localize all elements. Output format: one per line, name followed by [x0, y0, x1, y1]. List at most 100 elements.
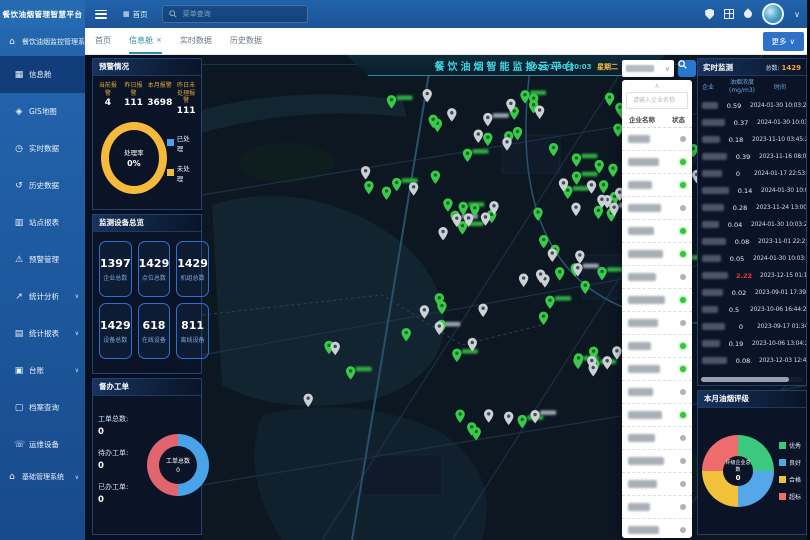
- list-item[interactable]: [622, 243, 692, 266]
- sidebar-item[interactable]: ▤统计报表∨: [0, 315, 85, 352]
- table-row[interactable]: 0.372024-01-30 10:03:20: [698, 114, 806, 131]
- sidebar-item-label: GIS地图: [29, 106, 57, 117]
- collapse-icon[interactable]: ∧: [622, 80, 692, 91]
- list-item[interactable]: [622, 519, 692, 538]
- concentration-value: 0.14: [729, 187, 761, 195]
- more-button[interactable]: 更多 ∨: [763, 32, 805, 51]
- stat-value: 1429: [100, 319, 131, 332]
- tab-item[interactable]: 首页: [95, 28, 111, 54]
- sidebar-section[interactable]: ⌂餐饮油烟监控管理系统∧: [0, 28, 85, 56]
- company-name-input[interactable]: [631, 96, 683, 105]
- company-select[interactable]: ∨: [622, 60, 674, 77]
- list-item[interactable]: [622, 151, 692, 174]
- timestamp: 2024-01-30 10:03:20: [757, 119, 806, 126]
- concentration-value: 0.08: [727, 357, 759, 365]
- grid-icon: ▦: [123, 10, 130, 18]
- search-icon: [678, 60, 687, 69]
- device-stat-box[interactable]: 1429设备总数: [99, 303, 132, 359]
- table-row[interactable]: 0.082023-12-03 12:47:00: [698, 352, 806, 369]
- status-dot: [680, 320, 686, 326]
- device-stat-box[interactable]: 618在线设备: [138, 303, 171, 359]
- chevron-down-icon: ∨: [75, 474, 79, 481]
- company-redacted: [628, 411, 662, 419]
- list-item[interactable]: [622, 289, 692, 312]
- device-stat-box[interactable]: 1429点位总数: [138, 241, 171, 297]
- device-stat-box[interactable]: 1397企业总数: [99, 241, 132, 297]
- table-row[interactable]: 0.052024-01-30 10:03:20: [698, 250, 806, 267]
- sidebar-item[interactable]: ▣台账∨: [0, 352, 85, 389]
- legend-label: 超标: [789, 492, 801, 501]
- apps-icon[interactable]: [724, 9, 734, 19]
- list-item[interactable]: [622, 266, 692, 289]
- legend-item: 超标: [779, 492, 801, 501]
- tab-item[interactable]: 信息舱×: [129, 28, 162, 54]
- table-row[interactable]: 0.52023-10-06 16:44:20: [698, 301, 806, 318]
- table-row[interactable]: 02024-01-17 22:53:20: [698, 165, 806, 182]
- map-search-button[interactable]: [678, 60, 696, 77]
- flame-icon[interactable]: [742, 8, 753, 19]
- sidebar-item[interactable]: ▥站点报表: [0, 204, 85, 241]
- realtime-table: 0.592024-01-30 10:03:200.372024-01-30 10…: [698, 97, 806, 375]
- close-icon[interactable]: ×: [156, 36, 162, 44]
- scrollbar-thumb[interactable]: [701, 377, 789, 382]
- table-row[interactable]: 2.222023-12-15 01:11:00: [698, 267, 806, 284]
- table-row[interactable]: 0.142024-01-30 10:03:20: [698, 182, 806, 199]
- tab-item[interactable]: 实时数据: [180, 28, 212, 54]
- list-item[interactable]: [622, 312, 692, 335]
- sidebar-item[interactable]: ⚠预警管理: [0, 241, 85, 278]
- table-row[interactable]: 0.592024-01-30 10:03:20: [698, 97, 806, 114]
- list-item[interactable]: [622, 128, 692, 151]
- list-item[interactable]: [622, 381, 692, 404]
- breadcrumb[interactable]: ▦ 首页: [123, 9, 148, 20]
- menu-search-input[interactable]: [181, 9, 301, 19]
- list-item[interactable]: [622, 174, 692, 197]
- sidebar-item[interactable]: ▢档案查询: [0, 389, 85, 426]
- company-search-box[interactable]: [626, 92, 688, 109]
- concentration-value: 0.59: [718, 102, 750, 110]
- table-row[interactable]: 0.082023-11-01 22:23:00: [698, 233, 806, 250]
- device-stat-box[interactable]: 1429机组总数: [176, 241, 209, 297]
- list-item[interactable]: [622, 197, 692, 220]
- list-item[interactable]: [622, 404, 692, 427]
- sidebar-item[interactable]: ☏运维设备: [0, 426, 85, 463]
- tab-item[interactable]: 历史数据: [230, 28, 262, 54]
- sidebar-item[interactable]: ◷实时数据: [0, 130, 85, 167]
- table-row[interactable]: 0.042024-01-30 10:03:20: [698, 216, 806, 233]
- sidebar-item[interactable]: ↗统计分析∨: [0, 278, 85, 315]
- list-item[interactable]: [622, 427, 692, 450]
- rating-body: 评级企业总数 0 优秀良好合格超标: [698, 408, 806, 534]
- stat-value: 4: [96, 98, 120, 108]
- menu-toggle-icon[interactable]: [95, 10, 107, 19]
- company-redacted: [628, 227, 654, 235]
- table-row[interactable]: 0.392023-11-16 08:04:20: [698, 148, 806, 165]
- shield-icon[interactable]: [705, 9, 714, 20]
- company-redacted: [702, 221, 719, 228]
- table-row[interactable]: 0.182023-11-10 03:45:20: [698, 131, 806, 148]
- concentration-value: 0.18: [720, 136, 752, 144]
- menu-search-box[interactable]: [162, 5, 308, 23]
- table-row[interactable]: 0.282023-11-24 13:00:20: [698, 199, 806, 216]
- list-item[interactable]: [622, 358, 692, 381]
- sidebar-item[interactable]: ↺历史数据: [0, 167, 85, 204]
- table-row[interactable]: 0.022023-09-01 17:39:00: [698, 284, 806, 301]
- timestamp: 2023-12-15 01:11:00: [760, 272, 806, 279]
- sidebar-item[interactable]: ▦信息舱: [0, 56, 85, 93]
- list-item[interactable]: [622, 335, 692, 358]
- user-avatar[interactable]: [762, 3, 784, 25]
- list-item[interactable]: [622, 450, 692, 473]
- device-stat-box[interactable]: 811离线设备: [176, 303, 209, 359]
- table-row[interactable]: 0.192023-10-06 13:04:20: [698, 335, 806, 352]
- list-item[interactable]: [622, 496, 692, 519]
- sidebar-item-label: 基础管理系统: [22, 472, 64, 482]
- sidebar-section[interactable]: ⌂基础管理系统∨: [0, 463, 85, 491]
- map-label-redacted: [402, 178, 418, 183]
- sidebar-item[interactable]: ◈GIS地图: [0, 93, 85, 130]
- chevron-down-icon[interactable]: ∨: [794, 10, 800, 19]
- list-item[interactable]: [622, 220, 692, 243]
- topbar: 餐饮油烟管理智慧平台 ▦ 首页 ∨: [0, 0, 810, 28]
- horizontal-scrollbar[interactable]: [701, 377, 803, 382]
- alarm-stat: 当前报警4: [96, 82, 120, 116]
- table-row[interactable]: 02023-09-17 01:34:20: [698, 318, 806, 335]
- list-item[interactable]: [622, 473, 692, 496]
- alarm-legend: 已处理未处理: [167, 133, 193, 183]
